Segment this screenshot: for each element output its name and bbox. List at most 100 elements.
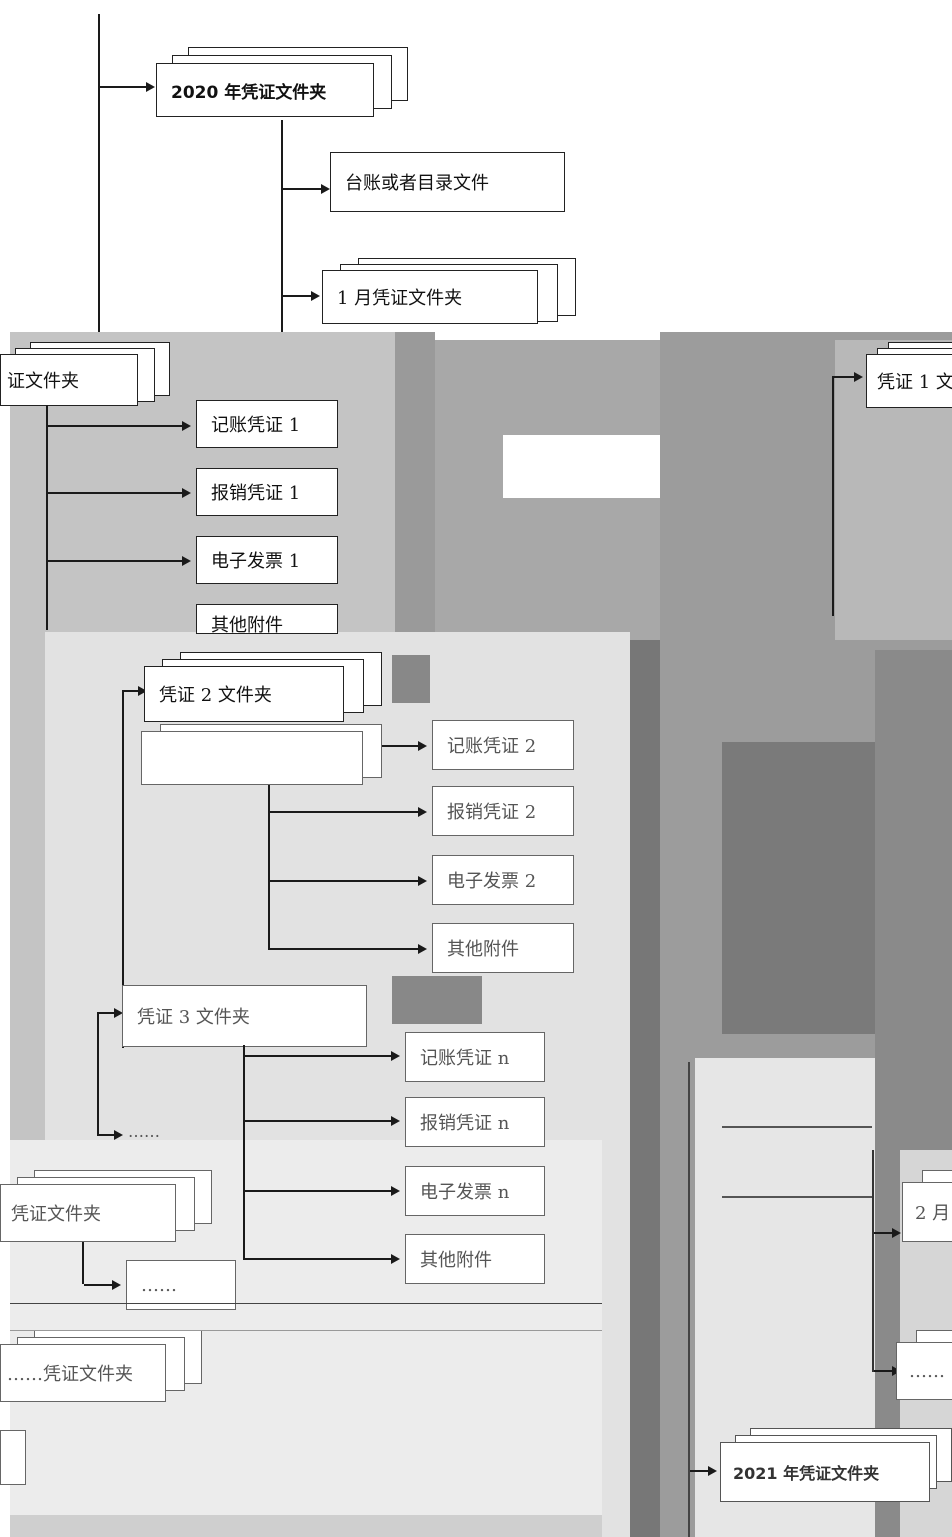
folder-voucher-1-right[interactable]: 凭证 1 文 [866, 342, 952, 414]
connector [283, 295, 313, 297]
panel-bottom-strip [10, 1515, 602, 1537]
connector [98, 14, 100, 332]
panel-dark-block-top [392, 655, 430, 703]
connector [48, 560, 184, 562]
connector [874, 1370, 894, 1372]
folder-2021[interactable]: 2021 年凭证文件夹 [720, 1428, 952, 1510]
divider [10, 1330, 602, 1331]
folder-label: …… [909, 1360, 945, 1382]
folder-label: 2020 年凭证文件夹 [171, 82, 327, 103]
connector [690, 1470, 710, 1472]
folder-month-1[interactable]: 1 月凭证文件夹 [322, 258, 577, 324]
arrowhead [311, 291, 320, 301]
bottom-left-box [0, 1430, 26, 1485]
folder-label: 凭证 1 文 [877, 372, 952, 393]
connector [97, 1012, 99, 1136]
connector [82, 1242, 84, 1284]
folder-voucher-3-front[interactable]: 凭证 3 文件夹 [122, 985, 367, 1047]
connector [243, 1045, 245, 1260]
doc-label: …… [141, 1274, 177, 1296]
connector [722, 1126, 872, 1128]
connector [270, 880, 420, 882]
connector [283, 188, 323, 190]
connector [84, 1284, 114, 1286]
doc-label: 台账或者目录文件 [345, 173, 489, 194]
folder-voucher-3[interactable] [122, 724, 382, 806]
doc-label: 记账凭证 n [420, 1048, 510, 1069]
arrowhead [391, 1051, 400, 1061]
doc-label: 电子发票 1 [211, 551, 301, 572]
doc-label: 报销凭证 2 [447, 802, 537, 823]
connector [245, 1190, 393, 1192]
doc-vn-2[interactable]: 电子发票 n [405, 1166, 545, 1216]
doc-label: 报销凭证 n [420, 1113, 510, 1134]
connector [245, 1258, 393, 1260]
doc-label: 电子发票 2 [447, 871, 537, 892]
folder-voucher-1[interactable]: 证文件夹 [0, 342, 170, 408]
doc-label: 报销凭证 1 [211, 483, 301, 504]
doc-label: 电子发票 n [420, 1182, 510, 1203]
ledger-file[interactable]: 台账或者目录文件 [330, 152, 565, 212]
connector [245, 1055, 393, 1057]
arrowhead [182, 556, 191, 566]
arrowhead [391, 1186, 400, 1196]
connector [270, 948, 420, 950]
doc-label: 记账凭证 2 [447, 736, 537, 757]
arrowhead [391, 1116, 400, 1126]
connector [688, 1062, 690, 1537]
doc-vn-0[interactable]: 记账凭证 n [405, 1032, 545, 1082]
doc-v2-3[interactable]: 其他附件 [432, 923, 574, 973]
connector [270, 811, 420, 813]
ellipsis-v3: …… [128, 1122, 160, 1141]
connector [874, 1232, 894, 1234]
folder-label: 证文件夹 [7, 371, 79, 392]
doc-v1-2[interactable]: 电子发票 1 [196, 536, 338, 584]
arrowhead [146, 82, 155, 92]
arrowhead [418, 944, 427, 954]
folder-left-voucher[interactable]: 凭证文件夹 [0, 1170, 212, 1250]
doc-vn-3[interactable]: 其他附件 [405, 1234, 545, 1284]
doc-label: 其他附件 [211, 615, 283, 634]
arrowhead [854, 372, 863, 382]
folder-label: 凭证 2 文件夹 [159, 685, 272, 706]
connector [46, 405, 48, 630]
folder-voucher-2[interactable]: 凭证 2 文件夹 [144, 652, 384, 728]
connector [832, 376, 834, 616]
folder-label: 凭证文件夹 [11, 1204, 101, 1225]
doc-v1-3[interactable]: 其他附件 [196, 604, 338, 634]
doc-v2-2[interactable]: 电子发票 2 [432, 855, 574, 905]
panel-white-patch [503, 435, 660, 498]
folder-label: 2 月 [915, 1203, 951, 1224]
folder-right-ellipsis[interactable]: …… [896, 1330, 952, 1410]
connector [100, 86, 148, 88]
arrowhead [418, 741, 427, 751]
connector [872, 1150, 874, 1372]
arrowhead [321, 184, 330, 194]
folder-label: 凭证 3 文件夹 [137, 1007, 250, 1028]
folder-label: 1 月凭证文件夹 [337, 288, 463, 309]
connector [48, 425, 184, 427]
arrowhead [708, 1466, 717, 1476]
doc-label: 其他附件 [447, 939, 519, 960]
doc-label: 记账凭证 1 [211, 415, 301, 436]
doc-v1-1[interactable]: 报销凭证 1 [196, 468, 338, 516]
arrowhead [112, 1280, 121, 1290]
arrowhead [418, 876, 427, 886]
connector [245, 1120, 393, 1122]
arrowhead [182, 421, 191, 431]
folder-month-2[interactable]: 2 月 [902, 1170, 952, 1250]
connector [722, 1196, 872, 1198]
panel-dark-center [630, 640, 660, 1537]
arrowhead [892, 1228, 901, 1238]
doc-label: 其他附件 [420, 1250, 492, 1271]
folder-left-ellipsis[interactable]: ……凭证文件夹 [0, 1330, 202, 1410]
arrowhead [391, 1254, 400, 1264]
doc-v2-1[interactable]: 报销凭证 2 [432, 786, 574, 836]
doc-vn-1[interactable]: 报销凭证 n [405, 1097, 545, 1147]
divider [10, 1303, 602, 1304]
folder-label: ……凭证文件夹 [7, 1364, 133, 1385]
doc-v2-0[interactable]: 记账凭证 2 [432, 720, 574, 770]
folder-2020[interactable]: 2020 年凭证文件夹 [156, 47, 408, 129]
doc-v1-0[interactable]: 记账凭证 1 [196, 400, 338, 448]
arrowhead [114, 1130, 123, 1140]
